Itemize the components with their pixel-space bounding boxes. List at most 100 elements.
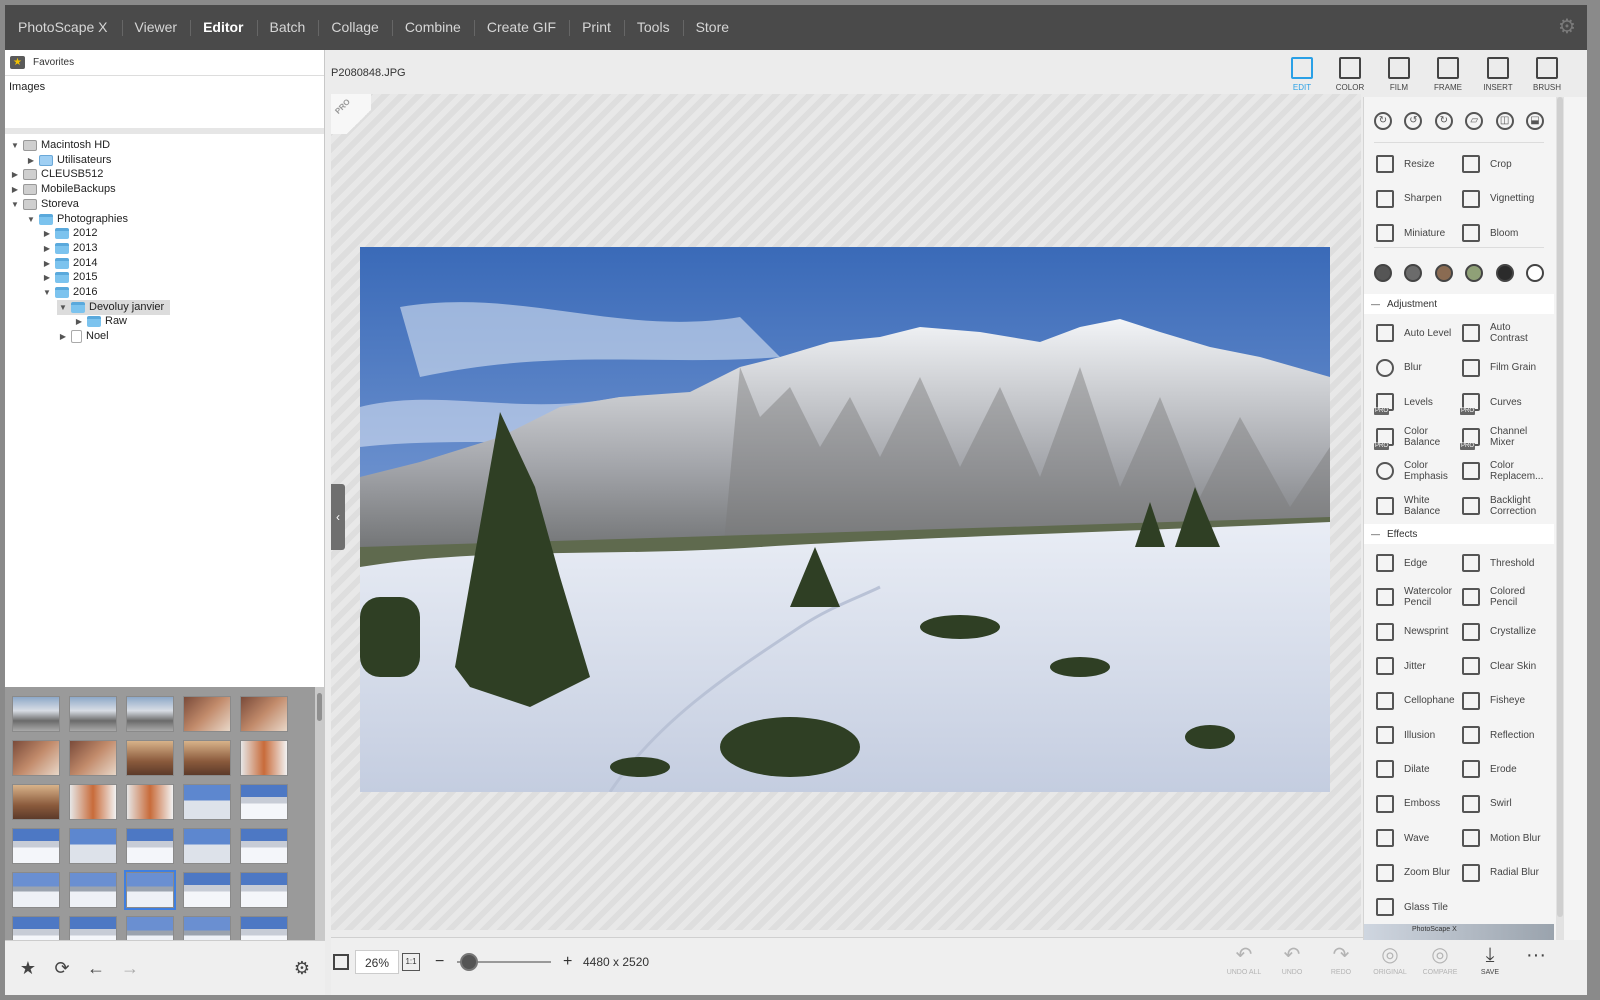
thumbnail-settings-gear-icon[interactable]: ⚙ xyxy=(285,951,319,985)
nav-batch[interactable]: Batch xyxy=(256,5,319,50)
collapsed-triangle-icon[interactable]: ▶ xyxy=(41,241,53,256)
redo-button[interactable]: ↷ REDO xyxy=(1318,944,1364,976)
thumbnail-scrollbar[interactable] xyxy=(315,687,325,940)
tool-swirl[interactable]: Swirl xyxy=(1462,789,1512,819)
photo-thumbnail[interactable] xyxy=(126,740,174,776)
tool-glass-tile[interactable]: Glass Tile xyxy=(1376,892,1448,922)
mountain-photo[interactable] xyxy=(360,247,1330,792)
photo-thumbnail[interactable] xyxy=(12,696,60,732)
photo-thumbnail[interactable] xyxy=(240,916,288,940)
photo-thumbnail[interactable] xyxy=(183,916,231,940)
forward-arrow-icon[interactable]: → xyxy=(113,951,147,985)
tool-dilate[interactable]: Dilate xyxy=(1376,754,1430,784)
photo-thumbnail[interactable] xyxy=(69,872,117,908)
tree-item-storeva[interactable]: ▼ Storeva xyxy=(9,197,79,212)
tool-edge[interactable]: Edge xyxy=(1376,548,1427,578)
photo-thumbnail[interactable] xyxy=(240,828,288,864)
photo-thumbnail[interactable] xyxy=(12,916,60,940)
tone-preset-icon[interactable] xyxy=(1374,264,1392,282)
image-canvas[interactable]: PRO xyxy=(331,94,1361,930)
tab-color[interactable]: COLOR xyxy=(1328,55,1372,92)
photo-thumbnail[interactable] xyxy=(126,696,174,732)
tree-item-2015[interactable]: ▶ 2015 xyxy=(41,270,97,285)
tool-clear-skin[interactable]: Clear Skin xyxy=(1462,651,1536,681)
collapsed-triangle-icon[interactable]: ▶ xyxy=(73,314,85,329)
refresh-icon[interactable]: ⟳ xyxy=(45,951,79,985)
tool-threshold[interactable]: Threshold xyxy=(1462,548,1534,578)
photo-thumbnail[interactable] xyxy=(12,828,60,864)
nav-print[interactable]: Print xyxy=(569,5,624,50)
photo-thumbnail[interactable] xyxy=(69,828,117,864)
tree-item-raw[interactable]: ▶ Raw xyxy=(73,314,127,329)
zoom-in-button[interactable]: + xyxy=(563,950,572,974)
photo-thumbnail[interactable] xyxy=(240,696,288,732)
photo-thumbnail[interactable] xyxy=(126,784,174,820)
nav-collage[interactable]: Collage xyxy=(318,5,391,50)
expanded-triangle-icon[interactable]: ▼ xyxy=(25,212,37,227)
undo-all-button[interactable]: ↶ UNDO ALL xyxy=(1221,944,1267,976)
flip-horizontal-icon[interactable]: ◫ xyxy=(1495,112,1514,130)
photo-thumbnail[interactable] xyxy=(183,696,231,732)
rotate-ccw-icon[interactable]: ↺ xyxy=(1404,112,1423,130)
tool-crop[interactable]: Crop xyxy=(1462,149,1512,179)
undo-button[interactable]: ↶ UNDO xyxy=(1269,944,1315,976)
tool-auto-level[interactable]: Auto Level xyxy=(1376,318,1451,348)
tab-frame[interactable]: FRAME xyxy=(1426,55,1470,92)
tool-blur[interactable]: Blur xyxy=(1376,353,1422,383)
tool-white-balance[interactable]: White Balance xyxy=(1376,491,1440,521)
tone-preset-icon[interactable] xyxy=(1434,264,1453,282)
tool-sharpen[interactable]: Sharpen xyxy=(1376,184,1442,214)
tool-illusion[interactable]: Illusion xyxy=(1376,720,1435,750)
photo-thumbnail[interactable] xyxy=(69,784,117,820)
original-button[interactable]: ◎ ORIGINAL xyxy=(1367,944,1413,976)
photo-thumbnail[interactable] xyxy=(183,740,231,776)
photo-thumbnail[interactable] xyxy=(240,784,288,820)
nav-combine[interactable]: Combine xyxy=(391,5,474,50)
tool-auto-contrast[interactable]: Auto Contrast xyxy=(1462,318,1528,348)
collapsed-triangle-icon[interactable]: ▶ xyxy=(25,153,37,168)
photo-thumbnail[interactable] xyxy=(124,870,176,910)
photo-thumbnail[interactable] xyxy=(69,740,117,776)
tool-erode[interactable]: Erode xyxy=(1462,754,1517,784)
photo-thumbnail[interactable] xyxy=(69,696,117,732)
nav-store[interactable]: Store xyxy=(682,5,742,50)
tree-item-photographies[interactable]: ▼ Photographies xyxy=(25,212,128,227)
collapsed-triangle-icon[interactable]: ▶ xyxy=(9,182,21,197)
flip-vertical-icon[interactable]: ⬓ xyxy=(1525,112,1544,130)
tone-preset-icon[interactable] xyxy=(1495,264,1514,282)
tab-insert[interactable]: INSERT xyxy=(1476,55,1520,92)
effects-section-header[interactable]: Effects xyxy=(1364,524,1554,544)
tree-item-2014[interactable]: ▶ 2014 xyxy=(41,256,97,271)
tone-preset-icon[interactable] xyxy=(1525,264,1544,282)
tool-reflection[interactable]: Reflection xyxy=(1462,720,1534,750)
tool-fisheye[interactable]: Fisheye xyxy=(1462,686,1525,716)
expanded-triangle-icon[interactable]: ▼ xyxy=(57,300,69,315)
mini-preview[interactable]: PhotoScape X xyxy=(1364,924,1554,940)
photo-thumbnail[interactable] xyxy=(126,916,174,940)
expanded-triangle-icon[interactable]: ▼ xyxy=(41,285,53,300)
tool-colored-pencil[interactable]: Colored Pencil xyxy=(1462,582,1525,612)
nav-editor[interactable]: Editor xyxy=(190,5,256,50)
expanded-triangle-icon[interactable]: ▼ xyxy=(9,197,21,212)
photo-thumbnail[interactable] xyxy=(126,828,174,864)
nav-viewer[interactable]: Viewer xyxy=(121,5,191,50)
tree-item-macintosh-hd[interactable]: ▼ Macintosh HD xyxy=(9,138,110,153)
favorites-bar[interactable]: ★ Favorites xyxy=(5,50,324,76)
collapsed-triangle-icon[interactable]: ▶ xyxy=(41,256,53,271)
tone-preset-icon[interactable] xyxy=(1465,264,1484,282)
rotate-cw-icon[interactable]: ↻ xyxy=(1374,112,1392,130)
tool-jitter[interactable]: Jitter xyxy=(1376,651,1426,681)
tool-watercolor-pencil[interactable]: Watercolor Pencil xyxy=(1376,582,1452,612)
tool-color-replacem[interactable]: Color Replacem... xyxy=(1462,456,1543,486)
tree-item-cleusb512[interactable]: ▶ CLEUSB512 xyxy=(9,167,103,182)
tool-newsprint[interactable]: Newsprint xyxy=(1376,617,1448,647)
photo-thumbnail[interactable] xyxy=(240,872,288,908)
tool-wave[interactable]: Wave xyxy=(1376,823,1429,853)
tone-preset-icon[interactable] xyxy=(1404,264,1423,282)
tree-item-2012[interactable]: ▶ 2012 xyxy=(41,226,97,241)
save-button[interactable]: ⤓ SAVE xyxy=(1467,944,1513,976)
photo-thumbnail[interactable] xyxy=(240,740,288,776)
tool-bloom[interactable]: Bloom xyxy=(1462,218,1518,248)
photo-thumbnail[interactable] xyxy=(12,784,60,820)
tab-film[interactable]: FILM xyxy=(1377,55,1421,92)
